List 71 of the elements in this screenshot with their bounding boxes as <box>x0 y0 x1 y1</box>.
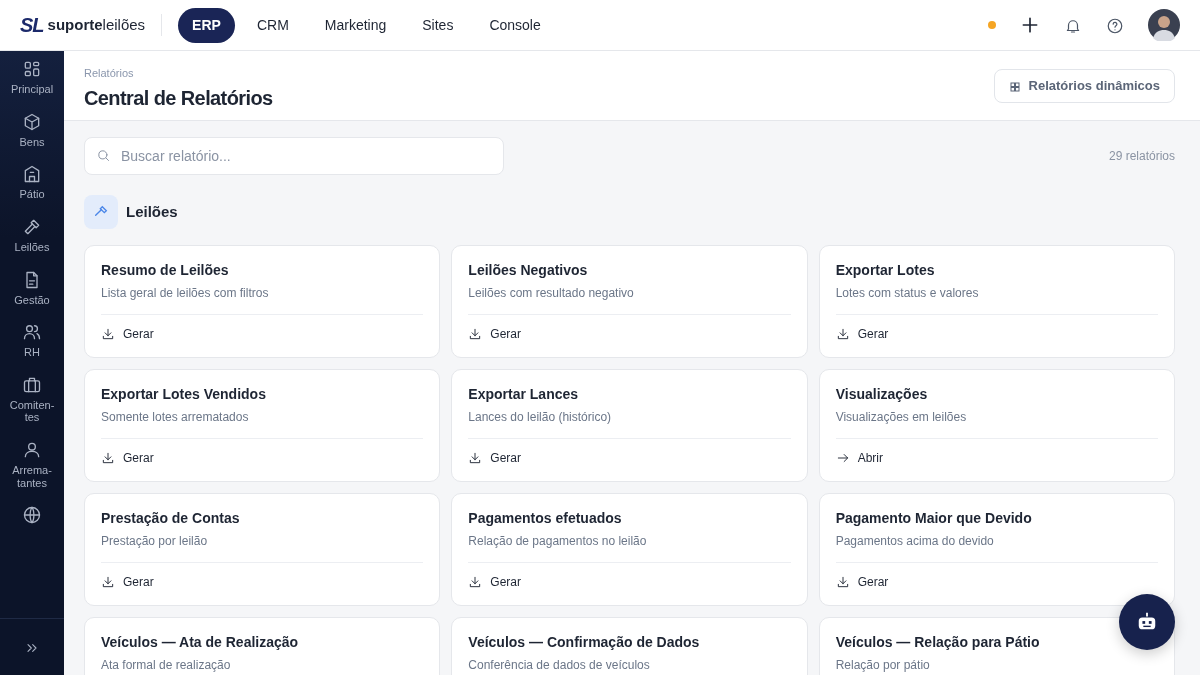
search-icon <box>96 147 111 163</box>
report-description: Lista geral de leilões com filtros <box>101 285 270 303</box>
avatar[interactable] <box>1148 9 1180 41</box>
report-description: Lotes com status e valores <box>835 285 980 303</box>
generate-button[interactable]: Gerar <box>101 449 154 468</box>
report-title: Pagamento Maior que Devido <box>835 509 1033 527</box>
sidebar-item[interactable]: Gestão <box>0 261 64 315</box>
download-icon <box>101 451 115 466</box>
download-icon <box>101 575 115 590</box>
generate-button[interactable]: Gerar <box>468 449 521 468</box>
status-dot <box>988 21 996 29</box>
download-icon <box>835 575 850 590</box>
logo-wordmark: suporteleilões <box>47 14 146 35</box>
report-description: Relação de pagamentos no leilão <box>468 533 648 551</box>
grid-icon <box>22 59 42 79</box>
generate-button[interactable]: Gerar <box>835 325 889 344</box>
report-description: Pagamentos acima do devido <box>835 533 995 551</box>
box-icon <box>22 111 42 132</box>
logo-mark: SL <box>20 13 44 38</box>
sidebar-item[interactable]: RH <box>0 314 64 367</box>
nav-tab[interactable]: CRM <box>242 7 303 43</box>
dynamic-reports-button[interactable]: Relatórios dinâmicos <box>993 69 1175 103</box>
download-icon <box>468 327 483 342</box>
sidebar-item[interactable]: Principal <box>0 51 64 104</box>
report-title: Exportar Lances <box>468 385 580 403</box>
report-title: Exportar Lotes Vendidos <box>101 385 267 403</box>
report-description: Relação por pátio <box>835 657 931 675</box>
generate-button[interactable]: Gerar <box>101 573 154 592</box>
grid-icon <box>1008 80 1021 93</box>
search-field[interactable]: Buscar relatório... <box>84 136 504 175</box>
generate-button[interactable]: Gerar <box>468 325 521 344</box>
report-description: Prestação por leilão <box>101 533 209 551</box>
report-title: Leilões Negativos <box>468 261 589 279</box>
add-icon[interactable] <box>1020 15 1040 35</box>
sidebar-item[interactable]: Leilões <box>0 208 64 262</box>
help-icon <box>1106 16 1124 35</box>
generate-button[interactable]: Gerar <box>835 573 889 592</box>
report-title: Veículos — Confirmação de Dados <box>468 633 701 651</box>
download-icon <box>101 327 115 342</box>
nav-tab[interactable]: Marketing <box>310 7 401 43</box>
report-title: Pagamentos efetuados <box>468 509 623 527</box>
nav-tab[interactable]: Console <box>475 7 555 43</box>
report-title: Visualizações <box>835 385 929 403</box>
report-title: Veículos — Ata de Realização <box>101 633 300 651</box>
sidebar-item[interactable]: Comiten- tes <box>0 366 64 433</box>
report-description: Ata formal de realização <box>101 657 232 675</box>
page-title: Central de Relatórios <box>84 85 273 110</box>
report-description: Lances do leilão (histórico) <box>468 409 613 427</box>
report-title: Veículos — Relação para Pátio <box>835 633 1041 651</box>
report-title: Exportar Lotes <box>835 261 936 279</box>
download-icon <box>835 327 850 342</box>
download-icon <box>468 451 483 466</box>
report-title: Resumo de Leilões <box>101 261 230 279</box>
nav-tab[interactable]: Sites <box>408 7 468 43</box>
download-icon <box>468 575 483 590</box>
report-description: Conferência de dados de veículos <box>468 657 651 675</box>
open-button[interactable]: Abrir <box>835 449 883 468</box>
report-description: Somente lotes arrematados <box>101 409 250 427</box>
section-title: Leilões <box>126 202 178 221</box>
report-title: Prestação de Contas <box>101 509 241 527</box>
generate-button[interactable]: Gerar <box>101 325 154 344</box>
sidebar-item[interactable]: Arrema- tantes <box>0 432 64 498</box>
report-description: Visualizações em leilões <box>835 409 968 427</box>
report-description: Leilões com resultado negativo <box>468 285 635 303</box>
globe-icon <box>22 505 42 526</box>
nav-tab[interactable]: ERP <box>178 7 235 43</box>
report-count: 29 relatórios <box>1108 147 1175 165</box>
building-icon <box>22 164 42 185</box>
generate-button[interactable]: Gerar <box>468 573 521 592</box>
sidebar-item[interactable]: Pátio <box>0 156 64 209</box>
sidebar-item[interactable]: Bens <box>0 103 64 157</box>
